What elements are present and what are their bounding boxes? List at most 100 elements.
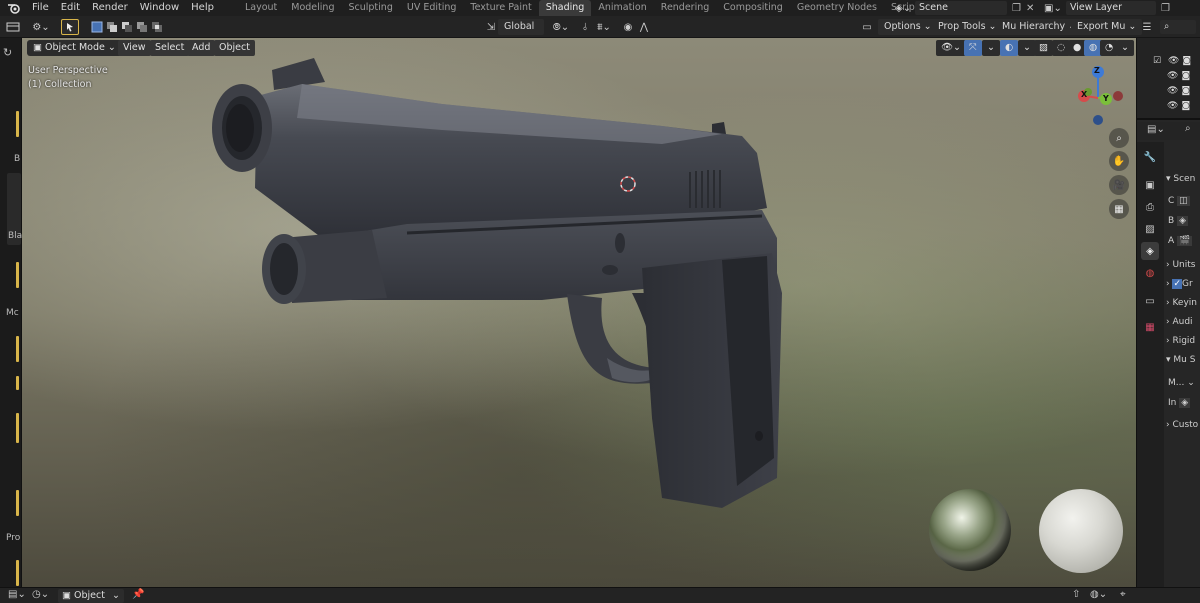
tab-uv-editing[interactable]: UV Editing: [400, 0, 464, 16]
editor-type-icon[interactable]: [4, 19, 22, 35]
rigid-body-panel-header[interactable]: › Rigid: [1166, 336, 1195, 346]
background-scene-field-icon[interactable]: ◈: [1177, 216, 1188, 226]
tab-geometry-nodes[interactable]: Geometry Nodes: [790, 0, 884, 16]
active-clip-field-icon[interactable]: 🎬: [1177, 236, 1193, 246]
snap-icon[interactable]: ⫰: [578, 19, 592, 35]
pin-icon[interactable]: 📌: [132, 589, 144, 600]
navigation-gizmo[interactable]: Z X Y: [1072, 62, 1136, 126]
world-tab-icon[interactable]: ◍: [1141, 264, 1159, 282]
gravity-checkbox[interactable]: ✓: [1172, 279, 1183, 289]
refresh-icon[interactable]: ↻: [3, 46, 12, 59]
properties-editor-icon[interactable]: ▤⌄: [1147, 124, 1165, 135]
camera-icon[interactable]: ◙: [1181, 71, 1190, 81]
custom-properties-panel-header[interactable]: › Custo: [1166, 420, 1198, 430]
scene-tab-icon[interactable]: ◈: [1141, 242, 1159, 260]
mu-scene-in-row[interactable]: In ◈: [1168, 398, 1191, 408]
select-box-extend-icon[interactable]: [105, 19, 119, 35]
scene-icon[interactable]: ◈⌄: [895, 3, 915, 14]
transform-orientation-icon[interactable]: ⇲: [484, 19, 498, 35]
camera-view-icon[interactable]: 🎥: [1109, 175, 1129, 195]
properties-search-icon[interactable]: ⌕: [1185, 123, 1191, 134]
blender-logo-icon[interactable]: [6, 1, 22, 15]
up-arrow-icon[interactable]: ⇧: [1072, 589, 1080, 600]
active-clip-row[interactable]: A 🎬: [1168, 236, 1193, 246]
gravity-panel-header[interactable]: › ✓Gr: [1166, 279, 1193, 289]
collection-tab-icon[interactable]: ▭: [1141, 292, 1159, 310]
ortho-toggle-icon[interactable]: ▦: [1109, 199, 1129, 219]
tab-texture-paint[interactable]: Texture Paint: [463, 0, 538, 16]
camera-row[interactable]: C ◫: [1168, 196, 1190, 206]
mu-scene-panel-header[interactable]: ▾ Mu S: [1166, 355, 1195, 365]
tab-compositing[interactable]: Compositing: [716, 0, 790, 16]
menu-window[interactable]: Window: [134, 0, 185, 16]
select-tool-icon[interactable]: [61, 19, 79, 35]
texture-tab-icon[interactable]: ▦: [1141, 318, 1159, 336]
eye-icon[interactable]: 👁: [1168, 56, 1179, 66]
proportional-falloff-icon[interactable]: ⋀: [637, 19, 651, 35]
tool-settings-icon[interactable]: ⚙⌄: [28, 19, 54, 35]
keying-sets-panel-header[interactable]: › Keyin: [1166, 298, 1197, 308]
copy-scene-icon[interactable]: ❐: [1012, 3, 1026, 14]
3d-cursor-icon[interactable]: [618, 174, 638, 194]
pan-hand-icon[interactable]: ✋: [1109, 151, 1129, 171]
filter-icon[interactable]: ☰: [1140, 19, 1154, 35]
delete-scene-icon[interactable]: ✕: [1026, 3, 1040, 14]
select-box-new-icon[interactable]: [90, 19, 104, 35]
tab-shading[interactable]: Shading: [538, 0, 592, 16]
eye-icon[interactable]: 👁: [1167, 101, 1178, 111]
pivot-point-icon[interactable]: ⦾⌄: [550, 19, 572, 35]
sync-mode-icon[interactable]: ◷⌄: [32, 589, 49, 600]
options-dropdown[interactable]: Options ⌄: [878, 19, 938, 35]
outliner-row[interactable]: ☑ 👁 ◙: [1153, 56, 1200, 68]
camera-icon[interactable]: ◙: [1182, 56, 1191, 66]
menu-file[interactable]: File: [26, 0, 55, 16]
tab-modeling[interactable]: Modeling: [284, 0, 341, 16]
camera-icon[interactable]: ◙: [1181, 101, 1190, 111]
scene-name-field[interactable]: Scene: [915, 1, 1007, 15]
prop-tools-dropdown[interactable]: Prop Tools ⌄: [932, 19, 1003, 35]
select-box-invert-icon[interactable]: [135, 19, 149, 35]
view-layer-field[interactable]: View Layer: [1066, 1, 1156, 15]
camera-icon[interactable]: ◙: [1181, 86, 1190, 96]
mu-hierarchy-dropdown[interactable]: Mu Hierarchy ⌄: [996, 19, 1083, 35]
outliner[interactable]: ☑ 👁 ◙ 👁 ◙ 👁 ◙ 👁 ◙: [1137, 38, 1200, 120]
tab-animation[interactable]: Animation: [591, 0, 653, 16]
tool-tab-icon[interactable]: 🔧: [1141, 148, 1159, 166]
outliner-row[interactable]: 👁 ◙: [1167, 101, 1200, 113]
3d-viewport[interactable]: ▣ Object Mode ⌄ View Select Add Object 👁…: [22, 38, 1136, 587]
menu-edit[interactable]: Edit: [55, 0, 86, 16]
outliner-search-input[interactable]: ⌕: [1160, 20, 1196, 34]
export-mu-dropdown[interactable]: Export Mu ⌄: [1071, 19, 1143, 35]
select-box-intersect-icon[interactable]: [150, 19, 164, 35]
tab-layout[interactable]: Layout: [238, 0, 284, 16]
mu-scene-in-field-icon[interactable]: ◈: [1179, 398, 1191, 408]
proportional-editing-icon[interactable]: ◉: [621, 19, 635, 35]
snap-icon[interactable]: ◍⌄: [1090, 589, 1107, 600]
menu-render[interactable]: Render: [86, 0, 134, 16]
camera-field-icon[interactable]: ◫: [1177, 196, 1190, 206]
render-tab-icon[interactable]: ▣: [1141, 176, 1159, 194]
audio-panel-header[interactable]: › Audi: [1166, 317, 1193, 327]
outliner-row[interactable]: 👁 ◙: [1167, 71, 1200, 83]
view-layer-icon[interactable]: ▣⌄: [1044, 3, 1066, 14]
scene-panel-header[interactable]: ▾ Scen: [1166, 174, 1195, 184]
mu-scene-m-row[interactable]: M... ⌄: [1168, 378, 1195, 388]
select-box-subtract-icon[interactable]: [120, 19, 134, 35]
editor-type-icon[interactable]: ▤⌄: [8, 589, 26, 600]
zoom-icon[interactable]: ⌕: [1109, 128, 1129, 148]
object-selector[interactable]: ▣ Object ⌄: [58, 589, 124, 603]
copy-view-layer-icon[interactable]: ❐: [1161, 3, 1175, 14]
units-panel-header[interactable]: › Units: [1166, 260, 1195, 270]
outliner-row[interactable]: 👁 ◙: [1167, 86, 1200, 98]
transform-orientation-select[interactable]: Global⌄: [498, 19, 544, 48]
tab-rendering[interactable]: Rendering: [654, 0, 717, 16]
eye-icon[interactable]: 👁: [1167, 71, 1178, 81]
view-layer-tab-icon[interactable]: ▨: [1141, 220, 1159, 238]
tab-sculpting[interactable]: Sculpting: [341, 0, 399, 16]
menu-help[interactable]: Help: [185, 0, 220, 16]
output-tab-icon[interactable]: ⎙: [1141, 198, 1159, 216]
background-scene-row[interactable]: B ◈: [1168, 216, 1188, 226]
snap-target-icon[interactable]: ⩩⌄: [592, 19, 616, 35]
cursor-icon[interactable]: ⌖: [1120, 589, 1126, 600]
eye-icon[interactable]: 👁: [1167, 86, 1178, 96]
